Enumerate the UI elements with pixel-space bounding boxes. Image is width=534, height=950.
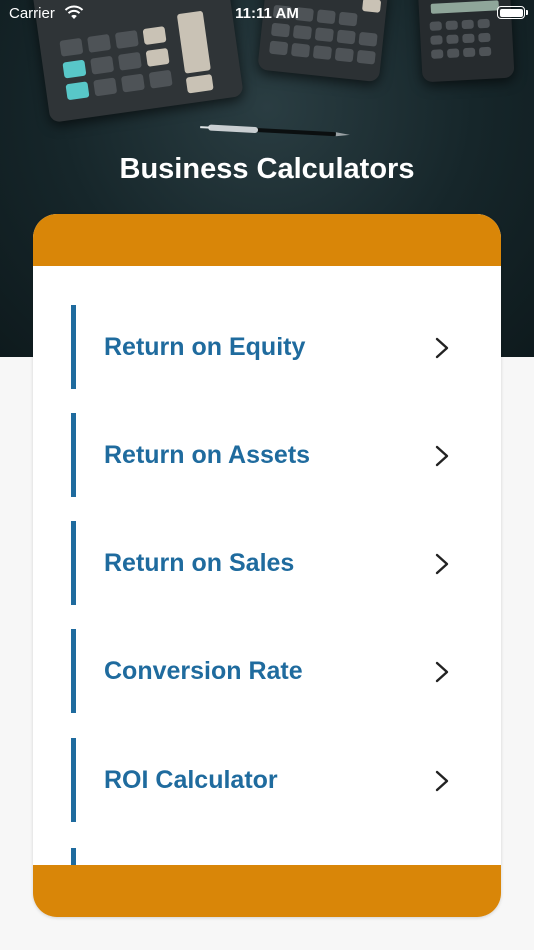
battery-icon [497, 6, 528, 19]
card-header-bar [33, 214, 501, 266]
accent-bar [71, 629, 76, 713]
menu-item-label: ROI Calculator [104, 766, 278, 794]
accent-bar [71, 521, 76, 605]
menu-item-label: Conversion Rate [104, 657, 303, 685]
chevron-right-icon [435, 770, 449, 792]
chevron-right-icon [435, 337, 449, 359]
menu-item-label: Return on Sales [104, 549, 295, 577]
clock: 11:11 AM [235, 5, 299, 22]
chevron-right-icon [435, 661, 449, 683]
menu-item-conversion-rate[interactable]: Conversion Rate [71, 629, 471, 713]
card-footer-bar [33, 865, 501, 917]
menu-item-return-on-sales[interactable]: Return on Sales [71, 521, 471, 605]
page-title: Business Calculators [119, 153, 415, 185]
menu-item-label: Return on Equity [104, 333, 306, 361]
menu-item-label: Return on Assets [104, 441, 311, 469]
accent-bar [71, 305, 76, 389]
accent-bar [71, 413, 76, 497]
status-bar: Carrier 11:11 AM [0, 0, 534, 30]
pen-icon [200, 124, 350, 137]
calculator-list-card: Return on Equity Return on Assets Return… [33, 214, 501, 917]
menu-item-return-on-equity[interactable]: Return on Equity [71, 305, 471, 389]
chevron-right-icon [435, 445, 449, 467]
menu-item-roi-calculator[interactable]: ROI Calculator [71, 738, 471, 822]
menu-item-return-on-assets[interactable]: Return on Assets [71, 413, 471, 497]
chevron-right-icon [435, 553, 449, 575]
accent-bar [71, 738, 76, 822]
